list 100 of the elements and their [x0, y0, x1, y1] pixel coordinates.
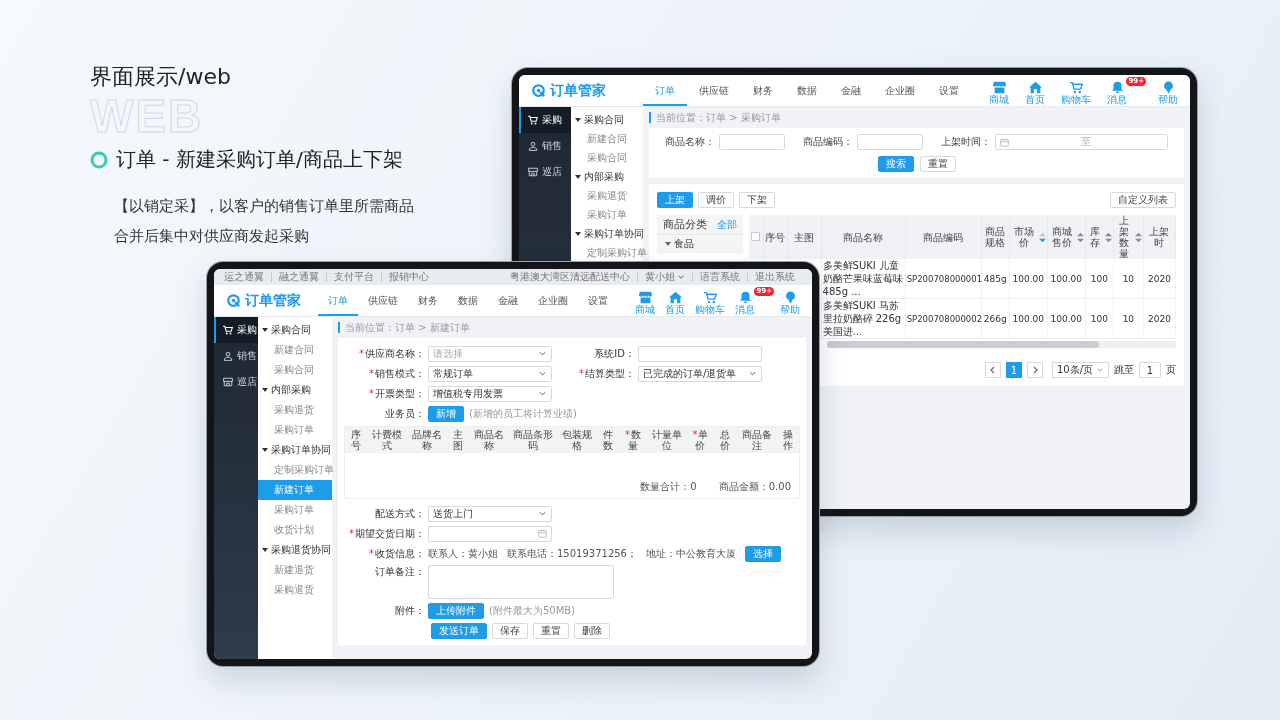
page-size-select[interactable]: 10条/页 — [1051, 362, 1109, 378]
select-field[interactable]: 送货上门 — [428, 505, 552, 522]
sidebar-item[interactable]: 采购 — [214, 317, 258, 343]
page-input[interactable]: 1 — [1139, 362, 1161, 378]
submenu-group[interactable]: 内部采购 — [258, 380, 332, 400]
shortcut-button[interactable]: 帮助 — [1154, 75, 1182, 106]
nav-tab[interactable]: 企业圈 — [528, 285, 578, 316]
select-field[interactable]: 常规订单 — [428, 365, 552, 382]
input-field[interactable] — [638, 345, 762, 362]
sidebar-item[interactable]: 销售 — [519, 133, 571, 159]
logo-text: 订单管家 — [245, 291, 301, 310]
nav-tab[interactable]: 数据 — [448, 285, 488, 316]
shortcut-button[interactable]: 首页 — [661, 285, 689, 316]
custom-list-button[interactable]: 自定义列表 — [1110, 192, 1176, 208]
column-header: 商品名称 — [473, 429, 506, 451]
user-menu[interactable]: 黄小姐 — [637, 272, 692, 282]
select-field[interactable]: 已完成的订单/退货单 — [638, 365, 762, 382]
total-text: 数量合计：0 — [640, 480, 697, 494]
sidebar-item[interactable]: 巡店 — [519, 159, 571, 185]
sidebar-item[interactable]: 巡店 — [214, 369, 258, 395]
submenu-item[interactable]: 采购订单 — [258, 420, 332, 440]
page-button[interactable]: 1 — [1005, 362, 1022, 378]
submenu-item[interactable]: 采购合同 — [571, 148, 643, 167]
column-header: 商品条形码 — [512, 429, 554, 451]
shortcut-button[interactable]: 购物车 — [691, 285, 729, 316]
toolbar-button[interactable]: 下架 — [739, 192, 775, 208]
page-suffix: 页 — [1166, 363, 1176, 377]
date-field[interactable] — [428, 525, 552, 542]
date-range-field[interactable]: 至 — [995, 134, 1168, 150]
nav-tab[interactable]: 财务 — [741, 75, 785, 106]
nav-tab[interactable]: 财务 — [408, 285, 448, 316]
nav-tab[interactable]: 金融 — [829, 75, 873, 106]
toolbar-button[interactable]: 上架 — [657, 192, 693, 208]
column-header: 市场价 — [1013, 226, 1036, 248]
submenu-item[interactable]: 新建订单 — [258, 480, 332, 500]
checkbox[interactable] — [751, 231, 761, 241]
input-field[interactable] — [857, 134, 924, 150]
nav-tab[interactable]: 订单 — [643, 75, 687, 106]
top-link[interactable]: 融之通翼 — [271, 272, 326, 282]
category-item[interactable]: 食品 — [657, 235, 743, 253]
nav-tab[interactable]: 设置 — [927, 75, 971, 106]
all-link[interactable]: 全部 — [717, 217, 737, 232]
nav-tab[interactable]: 企业圈 — [873, 75, 927, 106]
submenu-group[interactable]: 采购合同 — [571, 110, 643, 129]
shortcut-button[interactable]: 商城 — [631, 285, 659, 316]
upload-button[interactable]: 上传附件 — [428, 602, 484, 619]
nav-tab[interactable]: 设置 — [578, 285, 618, 316]
nav-tab[interactable]: 供应链 — [687, 75, 741, 106]
chevron-down-icon — [538, 509, 547, 518]
top-link[interactable]: 支付平台 — [326, 272, 381, 282]
select-field[interactable]: 请选择 — [428, 345, 552, 362]
top-link[interactable]: 语言系统 — [692, 272, 747, 282]
top-link[interactable]: 运之通翼 — [224, 272, 271, 282]
sidebar-item[interactable]: 销售 — [214, 343, 258, 369]
submenu-item[interactable]: 新建退货 — [258, 560, 332, 580]
shortcut-button[interactable]: 首页 — [1021, 75, 1049, 106]
cart-icon — [703, 290, 717, 304]
search-form-button[interactable]: 搜索 — [877, 156, 914, 172]
horizontal-scrollbar[interactable] — [827, 341, 1176, 348]
choose-button[interactable]: 选择 — [745, 545, 781, 562]
submenu-item[interactable]: 收货计划 — [258, 520, 332, 540]
add-button[interactable]: 新增 — [428, 405, 464, 422]
submenu-item[interactable]: 采购退货 — [571, 186, 643, 205]
shortcut-button[interactable]: 商城 — [985, 75, 1013, 106]
caret-icon — [677, 273, 685, 281]
submenu-group[interactable]: 内部采购 — [571, 167, 643, 186]
submenu-item[interactable]: 采购订单 — [258, 500, 332, 520]
submenu-item[interactable]: 新建合同 — [571, 129, 643, 148]
form-action-button[interactable]: 保存 — [492, 623, 528, 639]
sidebar-item[interactable]: 采购 — [519, 107, 571, 133]
column-header: 品牌名称 — [410, 429, 443, 451]
input-field[interactable] — [719, 134, 786, 150]
submenu-item[interactable]: 新建合同 — [258, 340, 332, 360]
submenu-group[interactable]: 采购订单协同 — [571, 224, 643, 243]
logo-icon — [226, 293, 241, 308]
submenu-item[interactable]: 采购退货 — [258, 400, 332, 420]
textarea-field[interactable] — [428, 565, 614, 599]
form-action-button[interactable]: 重置 — [533, 623, 569, 639]
top-link[interactable]: 退出系统 — [747, 272, 802, 282]
submenu-group[interactable]: 采购订单协同 — [258, 440, 332, 460]
shortcut-button[interactable]: 购物车 — [1057, 75, 1095, 106]
select-field[interactable]: 增值税专用发票 — [428, 385, 552, 402]
nav-tab[interactable]: 供应链 — [358, 285, 408, 316]
previous-page-button[interactable] — [984, 362, 1001, 378]
submenu-item[interactable]: 采购退货 — [258, 580, 332, 600]
next-page-button[interactable] — [1026, 362, 1043, 378]
submenu-item[interactable]: 定制采购订单 — [258, 460, 332, 480]
form-action-button[interactable]: 删除 — [574, 623, 610, 639]
nav-tab[interactable]: 金融 — [488, 285, 528, 316]
top-link[interactable]: 报销中心 — [381, 272, 436, 282]
toolbar-button[interactable]: 调价 — [698, 192, 734, 208]
search-form-button[interactable]: 重置 — [919, 156, 956, 172]
submenu-item[interactable]: 采购合同 — [258, 360, 332, 380]
chevron-down-icon — [538, 389, 547, 398]
nav-tab[interactable]: 数据 — [785, 75, 829, 106]
form-action-button[interactable]: 发送订单 — [431, 623, 487, 639]
submenu-item[interactable]: 采购订单 — [571, 205, 643, 224]
submenu-group[interactable]: 采购退货协同 — [258, 540, 332, 560]
shortcut-button[interactable]: 帮助 — [776, 285, 804, 316]
submenu-group[interactable]: 采购合同 — [258, 320, 332, 340]
